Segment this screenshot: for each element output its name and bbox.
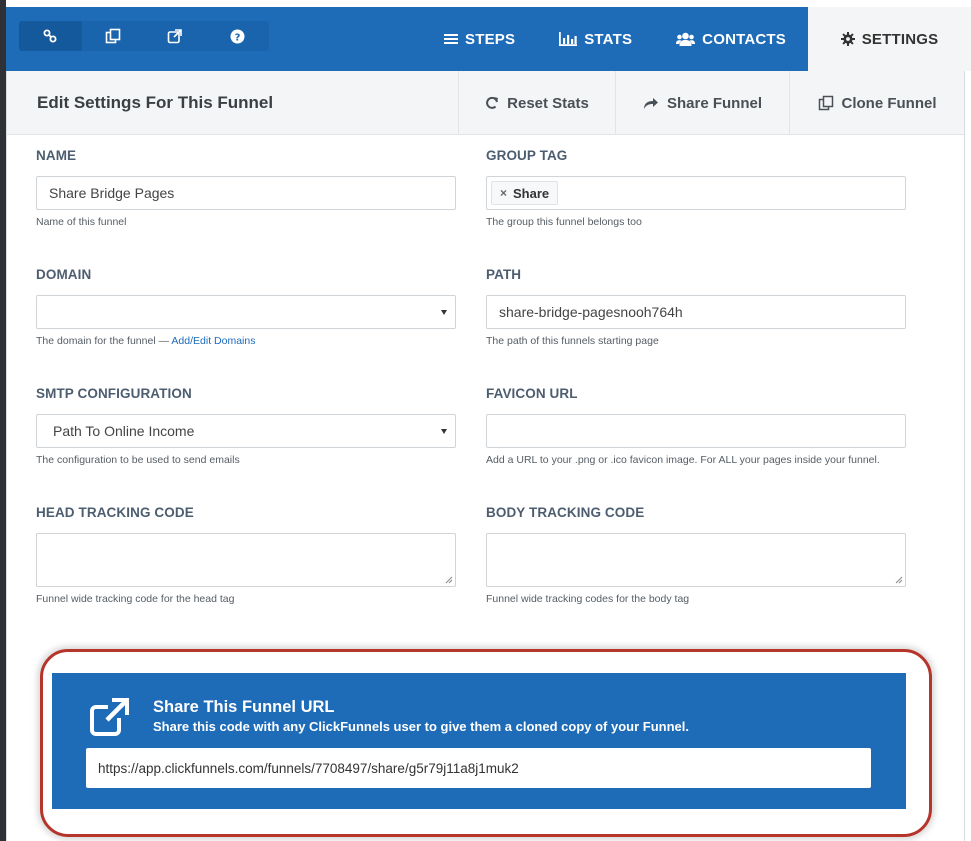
share-funnel-label: Share Funnel (666, 94, 763, 112)
tab-stats[interactable]: STATS (537, 7, 654, 71)
group-tag-chip-label: Share (513, 185, 550, 201)
share-icon (643, 97, 658, 109)
clone-icon (818, 95, 833, 111)
clone-funnel-label: Clone Funnel (841, 94, 937, 112)
favicon-help: Add a URL to your .png or .ico favicon i… (486, 454, 880, 466)
panel-header: Edit Settings For This Funnel Reset Stat… (7, 71, 964, 135)
path-label: PATH (486, 267, 522, 282)
path-field-value: share-bridge-pagesnooh764h (499, 304, 683, 320)
share-title: Share This Funnel URL (153, 698, 335, 716)
share-funnel-box: Share This Funnel URL Share this code wi… (52, 673, 906, 809)
share-subtitle: Share this code with any ClickFunnels us… (153, 719, 689, 734)
name-field-value: Share Bridge Pages (49, 185, 175, 201)
domain-label: DOMAIN (36, 267, 92, 282)
head-tracking-textarea[interactable] (36, 533, 456, 587)
clone-funnel-button[interactable]: Clone Funnel (789, 71, 964, 135)
clone-icon-button[interactable] (82, 21, 145, 51)
reset-stats-label: Reset Stats (507, 94, 589, 112)
add-edit-domains-link[interactable]: Add/Edit Domains (171, 335, 255, 347)
tab-settings[interactable]: SETTINGS (808, 7, 971, 71)
share-url-value: https://app.clickfunnels.com/funnels/770… (98, 760, 519, 776)
group-tag-label: GROUP TAG (486, 148, 568, 163)
link-icon (43, 29, 57, 43)
share-funnel-button[interactable]: Share Funnel (615, 71, 789, 135)
panel-title: Edit Settings For This Funnel (37, 93, 274, 112)
external-link-icon (90, 698, 130, 736)
favicon-url-field[interactable] (486, 414, 906, 448)
smtp-select[interactable]: Path To Online Income (36, 414, 456, 448)
path-field[interactable]: share-bridge-pagesnooh764h (486, 295, 906, 329)
header-actions: Reset Stats Share Funnel Clone Funnel (458, 71, 964, 135)
resize-handle-icon[interactable] (445, 576, 453, 584)
refresh-icon (486, 96, 499, 109)
chevron-down-icon (441, 310, 447, 315)
tab-steps[interactable]: STEPS (422, 7, 537, 71)
list-icon (444, 34, 459, 44)
body-tracking-help: Funnel wide tracking codes for the body … (486, 593, 690, 605)
link-icon-button[interactable] (19, 21, 82, 51)
main-tabs: STEPS STATS CONTACTS SETTINGS (422, 7, 971, 71)
help-icon: ? (230, 29, 245, 43)
group-tag-chip: × Share (491, 181, 559, 205)
group-tag-help: The group this funnel belongs too (486, 216, 642, 228)
funnel-icon-toolbar: ? (19, 21, 269, 51)
smtp-help: The configuration to be used to send ema… (36, 454, 240, 466)
favicon-label: FAVICON URL (486, 386, 578, 401)
resize-handle-icon[interactable] (895, 576, 903, 584)
domain-help-text: The domain for the funnel — (36, 335, 170, 347)
name-help: Name of this funnel (36, 216, 127, 228)
tab-contacts[interactable]: CONTACTS (654, 7, 808, 71)
domain-select[interactable] (36, 295, 456, 329)
chevron-down-icon (441, 429, 447, 434)
external-link-icon (167, 29, 183, 44)
svg-text:?: ? (235, 32, 241, 43)
tag-remove-icon[interactable]: × (500, 186, 507, 200)
smtp-label: SMTP CONFIGURATION (36, 386, 192, 401)
smtp-select-value: Path To Online Income (53, 423, 195, 439)
bar-chart-icon (559, 32, 578, 46)
share-url-field[interactable]: https://app.clickfunnels.com/funnels/770… (86, 748, 871, 788)
tab-settings-label: SETTINGS (861, 30, 939, 48)
tab-stats-label: STATS (584, 30, 633, 48)
tab-steps-label: STEPS (465, 30, 516, 48)
tab-contacts-label: CONTACTS (702, 30, 786, 48)
users-icon (676, 32, 696, 46)
head-tracking-label: HEAD TRACKING CODE (36, 505, 194, 520)
domain-help: The domain for the funnel — Add/Edit Dom… (36, 335, 255, 347)
head-tracking-help: Funnel wide tracking code for the head t… (36, 593, 235, 605)
path-help: The path of this funnels starting page (486, 335, 659, 347)
reset-stats-button[interactable]: Reset Stats (458, 71, 615, 135)
clone-icon (105, 28, 121, 44)
body-tracking-textarea[interactable] (486, 533, 906, 587)
top-nav-bar: ? STEPS STATS CONTACTS SETTINGS (6, 7, 971, 71)
external-link-icon-button[interactable] (144, 21, 207, 51)
gear-icon (840, 32, 855, 46)
name-label: NAME (36, 148, 77, 163)
body-tracking-label: BODY TRACKING CODE (486, 505, 645, 520)
name-field[interactable]: Share Bridge Pages (36, 176, 456, 210)
group-tag-field[interactable]: × Share (486, 176, 906, 210)
help-icon-button[interactable]: ? (207, 21, 270, 51)
